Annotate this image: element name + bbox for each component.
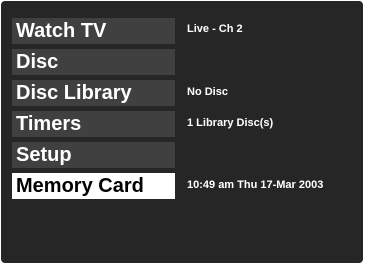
menu-item-setup[interactable]: Setup xyxy=(12,142,175,168)
tv-menu-screen: Watch TV Disc Disc Library Timers Setup … xyxy=(1,1,363,263)
disc-status-text: No Disc xyxy=(187,86,228,98)
menu-item-memory-card[interactable]: Memory Card xyxy=(12,173,175,199)
menu-item-disc-library[interactable]: Disc Library xyxy=(12,80,175,106)
tv-status-text: Live - Ch 2 xyxy=(187,23,243,35)
main-menu: Watch TV Disc Disc Library Timers Setup … xyxy=(12,18,175,204)
menu-item-disc[interactable]: Disc xyxy=(12,49,175,75)
menu-item-timers[interactable]: Timers xyxy=(12,111,175,137)
menu-item-watch-tv[interactable]: Watch TV xyxy=(12,18,175,44)
datetime-text: 10:49 am Thu 17-Mar 2003 xyxy=(187,179,324,191)
library-status-text: 1 Library Disc(s) xyxy=(187,117,274,129)
